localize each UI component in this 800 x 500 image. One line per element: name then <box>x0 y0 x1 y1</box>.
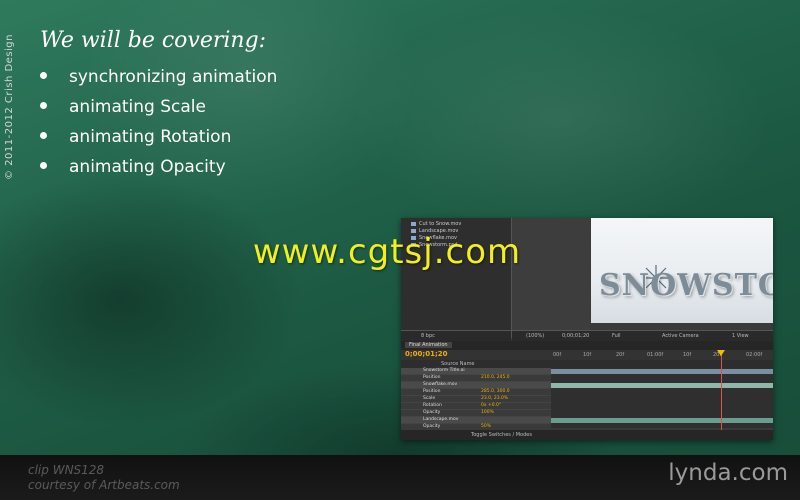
ruler-tick: 10f <box>683 352 692 358</box>
layer-header-row: Source Name <box>401 360 773 368</box>
ruler-tick: 00f <box>553 352 562 358</box>
layer-value: 285.0, 300.0 <box>481 389 510 394</box>
layer-name: Snowflake.mov <box>423 382 458 387</box>
zoom-select: (100%) <box>526 333 545 339</box>
lynda-logo: lynda.com <box>668 460 788 486</box>
timeline-status-bar: Toggle Switches / Modes <box>401 430 773 440</box>
layer-bar <box>551 369 773 374</box>
bullet-dot-icon <box>40 131 47 139</box>
layer-name: Position <box>423 389 441 394</box>
layer-bar <box>551 418 773 423</box>
layer-row: Position 285.0, 300.0 <box>401 389 551 396</box>
layer-name: Opacity <box>423 410 441 415</box>
timeline-timecode: 0;00;01;20 <box>405 350 448 358</box>
bullet-item: synchronizing animation <box>40 62 277 92</box>
bullet-text: animating Scale <box>69 97 206 117</box>
slide-heading: We will be covering: <box>40 28 267 53</box>
bullet-item: animating Rotation <box>40 122 277 152</box>
project-item: Cut to Snow.mov <box>419 221 462 227</box>
bullet-text: animating Rotation <box>69 127 232 147</box>
layer-list: Snowstorm Title.ai Position 210.0, 245.0 … <box>401 368 551 431</box>
clip-id: clip WNS128 <box>28 463 105 477</box>
bullet-list: synchronizing animation animating Scale … <box>40 62 277 182</box>
ruler-tick: 10f <box>583 352 592 358</box>
bpc-label: 8 bpc <box>421 333 435 339</box>
watermark-text: www.cgtsj.com <box>252 232 522 272</box>
playhead-line <box>721 350 722 430</box>
layer-row: Scale 23.0, 23.0% <box>401 396 551 403</box>
ruler-tick: 20f <box>616 352 625 358</box>
watermark: www.cgtsj.com <box>0 232 797 272</box>
bullet-dot-icon <box>40 71 47 79</box>
layer-row: Opacity 100% <box>401 410 551 417</box>
layer-value: 0x +0.0° <box>481 403 502 408</box>
layer-value: 23.0, 23.0% <box>481 396 509 401</box>
layer-name: Landscape.mov <box>423 417 459 422</box>
footage-icon <box>411 222 416 226</box>
layer-row: Snowflake.mov <box>401 382 551 389</box>
layer-name: Position <box>423 375 441 380</box>
viewer-timecode: 0;00;01;20 <box>562 333 590 339</box>
bullet-text: synchronizing animation <box>69 67 278 87</box>
layer-value: 100% <box>481 410 494 415</box>
ruler-tick: 02:00f <box>746 352 763 358</box>
layer-value: 210.0, 245.0 <box>481 375 510 380</box>
bullet-text: animating Opacity <box>69 157 226 177</box>
playhead-handle <box>717 350 725 356</box>
layer-row: Rotation 0x +0.0° <box>401 403 551 410</box>
resolution-select: Full <box>612 333 621 339</box>
slide-background: © 2011-2012 Crish Design We will be cove… <box>0 0 800 500</box>
project-bottom-bar: 8 bpc <box>401 330 511 341</box>
bullet-item: animating Opacity <box>40 152 277 182</box>
timeline-tab: Final Animation <box>405 342 452 348</box>
layer-name: Snowstorm Title.ai <box>423 368 465 373</box>
ruler-tick: 01:00f <box>647 352 664 358</box>
copyright-text: © 2011-2012 Crish Design <box>4 34 15 180</box>
clip-credit: courtesy of Artbeats.com <box>28 478 180 492</box>
timeline-tab-bar: Final Animation <box>401 341 773 350</box>
layer-row: Position 210.0, 245.0 <box>401 375 551 382</box>
layer-name: Scale <box>423 396 436 401</box>
bullet-dot-icon <box>40 161 47 169</box>
layer-name: Rotation <box>423 403 442 408</box>
bullet-item: animating Scale <box>40 92 277 122</box>
layer-row: Snowstorm Title.ai <box>401 368 551 375</box>
bullet-dot-icon <box>40 101 47 109</box>
layer-row: Landscape.mov <box>401 417 551 424</box>
column-header: Source Name <box>441 361 475 367</box>
timeline-tracks <box>551 368 773 428</box>
viewer-toolbar: (100%) 0;00;01;20 Full Active Camera 1 V… <box>512 330 773 341</box>
view-select: 1 View <box>732 333 749 339</box>
layer-bar <box>551 383 773 388</box>
viewer-title-graphic: SNOWSTORM <box>599 268 773 303</box>
camera-select: Active Camera <box>662 333 699 339</box>
toggle-switches-label: Toggle Switches / Modes <box>471 432 532 438</box>
